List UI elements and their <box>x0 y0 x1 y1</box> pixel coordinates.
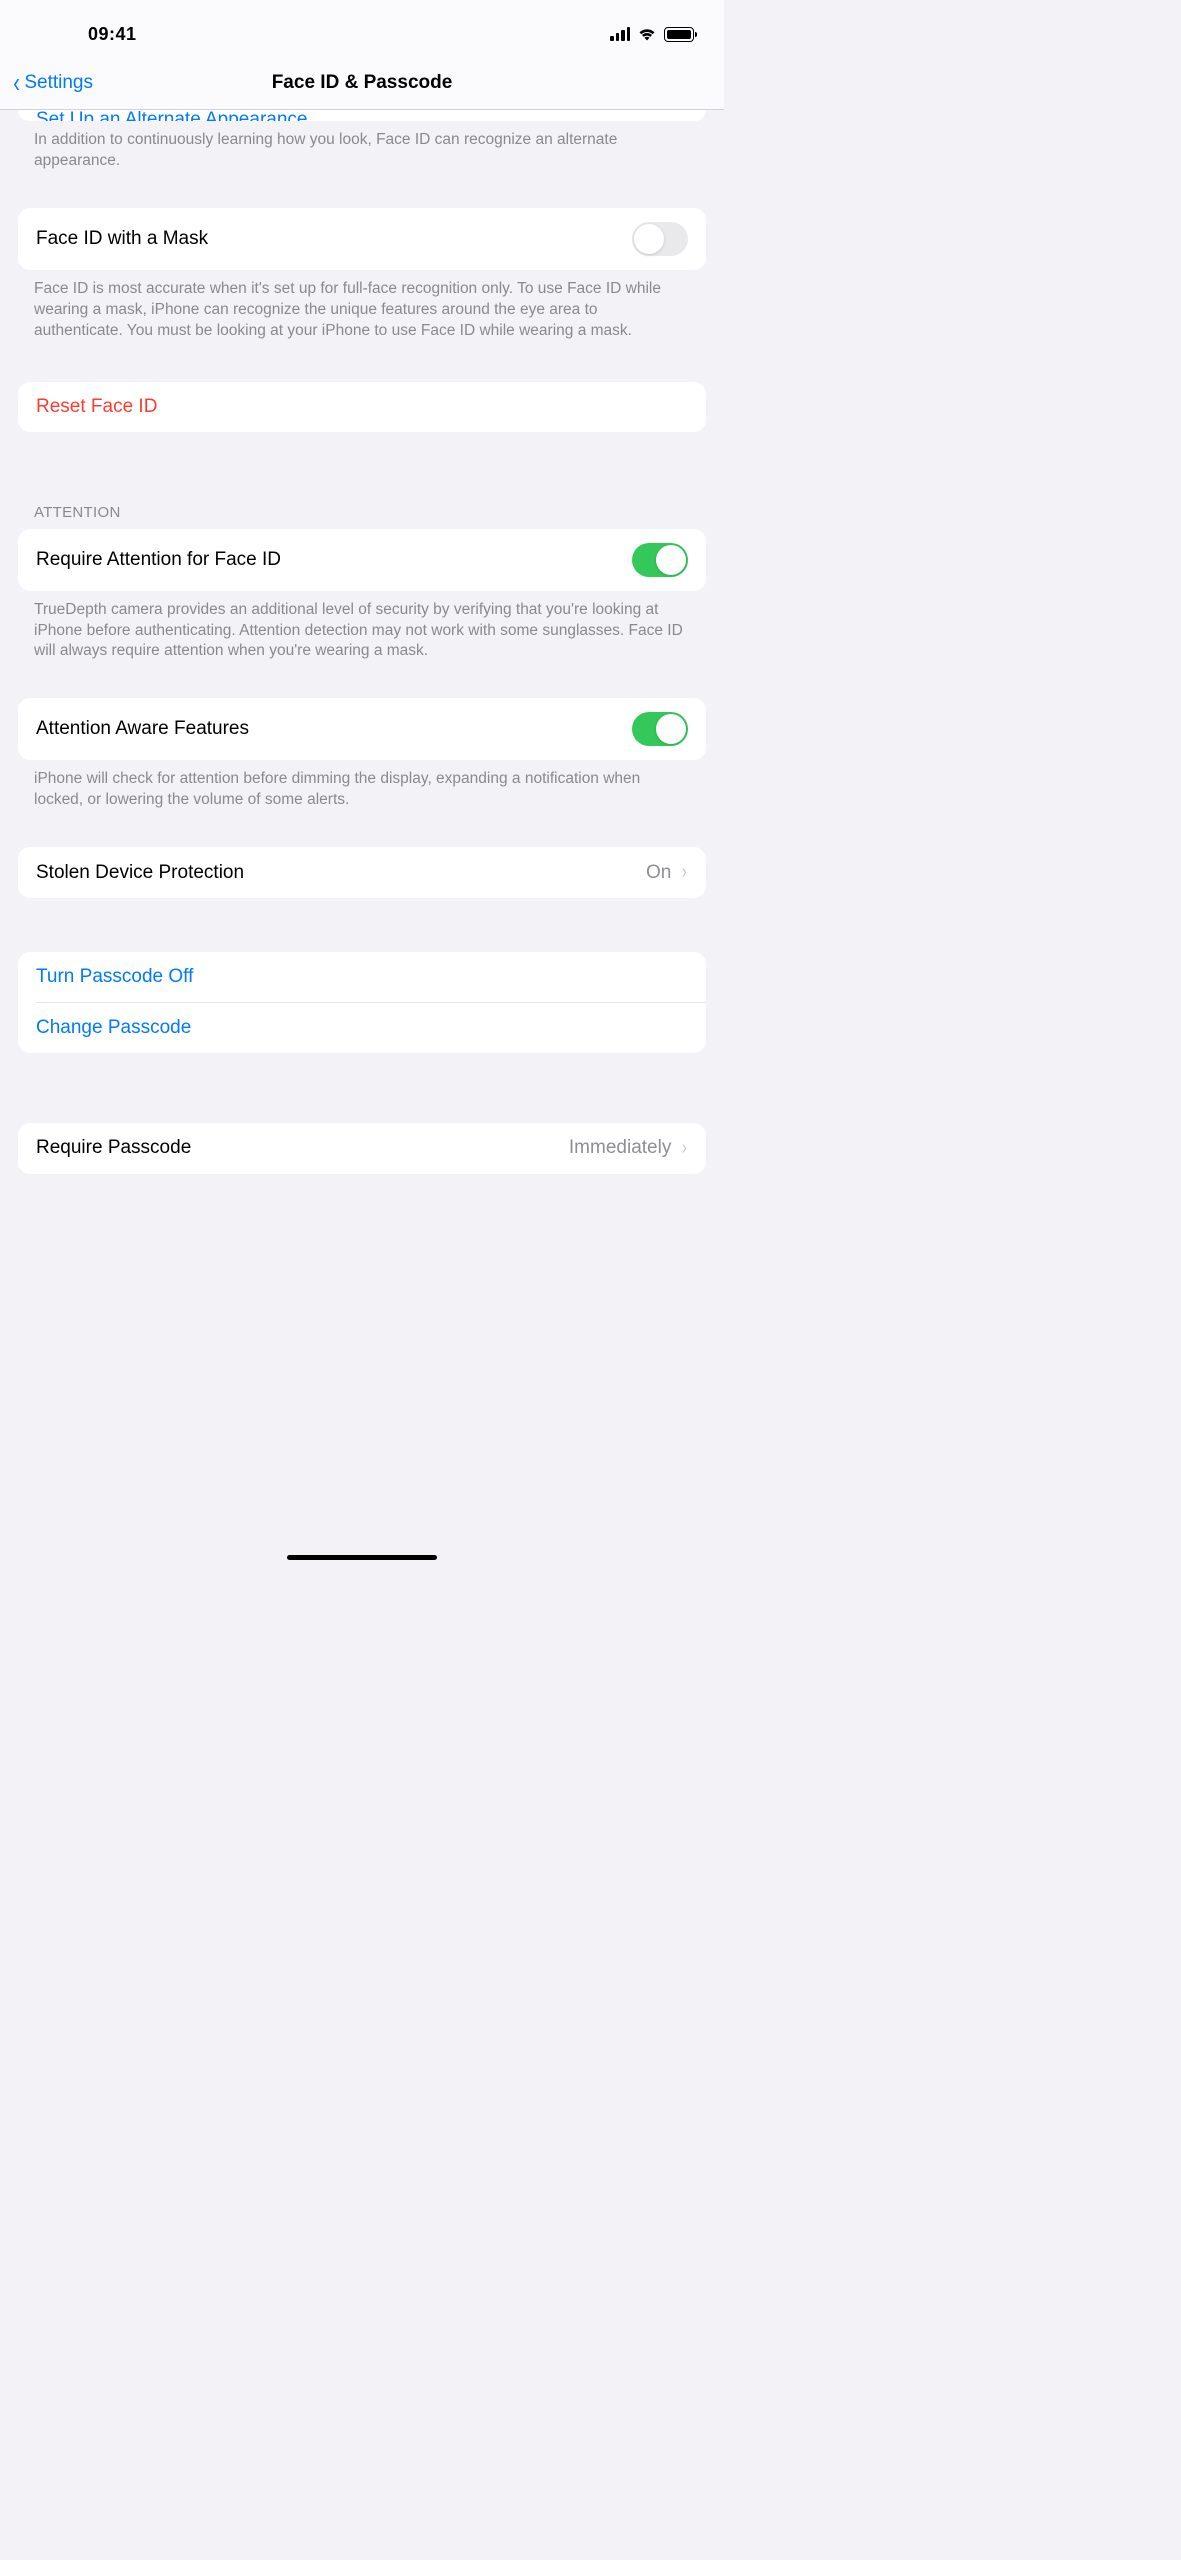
attention-section-header: ATTENTION <box>0 504 724 529</box>
turn-passcode-off-label: Turn Passcode Off <box>36 966 193 988</box>
attention-aware-label: Attention Aware Features <box>36 718 249 740</box>
status-time: 09:41 <box>88 24 137 45</box>
battery-icon <box>664 27 694 42</box>
require-attention-row[interactable]: Require Attention for Face ID <box>18 529 706 591</box>
require-passcode-label: Require Passcode <box>36 1137 191 1159</box>
back-button[interactable]: ‹ Settings <box>12 69 93 97</box>
change-passcode-label: Change Passcode <box>36 1017 191 1039</box>
status-bar: 09:41 <box>0 0 724 60</box>
face-id-mask-group: Face ID with a Mask <box>18 208 706 270</box>
require-attention-toggle[interactable] <box>632 543 688 577</box>
content-scroll[interactable]: Set Up an Alternate Appearance In additi… <box>0 110 724 1174</box>
reset-face-id-row[interactable]: Reset Face ID <box>18 382 706 432</box>
wifi-icon <box>637 27 657 42</box>
require-attention-group: Require Attention for Face ID <box>18 529 706 591</box>
page-title: Face ID & Passcode <box>272 72 453 94</box>
face-id-mask-row[interactable]: Face ID with a Mask <box>18 208 706 270</box>
require-passcode-row[interactable]: Require Passcode Immediately › <box>18 1123 706 1174</box>
alternate-appearance-group: Set Up an Alternate Appearance <box>18 110 706 121</box>
reset-face-id-group: Reset Face ID <box>18 382 706 432</box>
setup-alternate-appearance-row[interactable]: Set Up an Alternate Appearance <box>18 110 706 121</box>
require-passcode-group: Require Passcode Immediately › <box>18 1123 706 1174</box>
require-attention-footer: TrueDepth camera provides an additional … <box>0 591 724 663</box>
cellular-icon <box>610 27 630 41</box>
home-indicator[interactable] <box>287 1555 437 1560</box>
change-passcode-row[interactable]: Change Passcode <box>18 1003 706 1053</box>
chevron-right-icon: › <box>682 1137 687 1160</box>
face-id-mask-label: Face ID with a Mask <box>36 228 208 250</box>
passcode-actions-group: Turn Passcode Off Change Passcode <box>18 952 706 1053</box>
back-label: Settings <box>24 72 93 94</box>
stolen-device-value: On <box>646 862 671 884</box>
reset-face-id-label: Reset Face ID <box>36 396 157 418</box>
attention-aware-row[interactable]: Attention Aware Features <box>18 698 706 760</box>
turn-passcode-off-row[interactable]: Turn Passcode Off <box>18 952 706 1002</box>
stolen-device-label: Stolen Device Protection <box>36 862 244 884</box>
face-id-mask-toggle[interactable] <box>632 222 688 256</box>
attention-aware-footer: iPhone will check for attention before d… <box>0 760 724 811</box>
stolen-device-row[interactable]: Stolen Device Protection On › <box>18 847 706 898</box>
require-passcode-value: Immediately <box>569 1137 671 1159</box>
stolen-device-group: Stolen Device Protection On › <box>18 847 706 898</box>
attention-aware-toggle[interactable] <box>632 712 688 746</box>
status-icons <box>610 27 694 42</box>
attention-aware-group: Attention Aware Features <box>18 698 706 760</box>
face-id-mask-footer: Face ID is most accurate when it's set u… <box>0 270 724 342</box>
chevron-left-icon: ‹ <box>13 69 20 97</box>
require-attention-label: Require Attention for Face ID <box>36 549 281 571</box>
navigation-bar: ‹ Settings Face ID & Passcode <box>0 60 724 110</box>
chevron-right-icon: › <box>682 861 687 884</box>
alternate-appearance-footer: In addition to continuously learning how… <box>0 121 724 172</box>
